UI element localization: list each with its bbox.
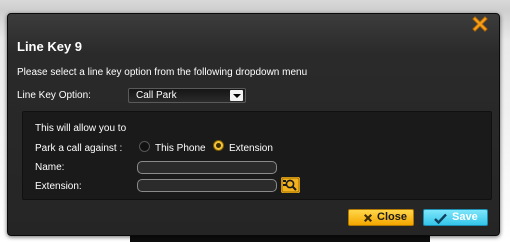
name-label: Name:: [35, 162, 65, 173]
x-icon: [364, 214, 372, 222]
dialog-title: Line Key 9: [17, 39, 83, 54]
radio-extension[interactable]: [213, 140, 224, 151]
save-button[interactable]: Save: [423, 209, 488, 226]
line-key-option-value: Call Park: [136, 90, 177, 101]
radio-this-phone[interactable]: [139, 141, 150, 152]
panel-heading: This will allow you to: [35, 123, 127, 134]
checkmark-icon: [434, 213, 447, 224]
park-call-label: Park a call against :: [35, 143, 123, 154]
extension-input[interactable]: [137, 179, 277, 192]
search-icon[interactable]: [281, 177, 300, 193]
line-key-option-select[interactable]: Call Park: [128, 88, 246, 103]
radio-this-phone-label: This Phone: [155, 143, 206, 154]
radio-extension-label: Extension: [229, 143, 273, 154]
extension-label: Extension:: [35, 181, 82, 192]
name-input[interactable]: [137, 161, 277, 174]
save-button-label: Save: [452, 211, 478, 223]
chevron-down-icon[interactable]: [230, 90, 243, 101]
line-key-option-label: Line Key Option:: [17, 90, 91, 101]
close-x-icon[interactable]: [470, 14, 490, 34]
close-button-label: Close: [377, 211, 407, 223]
dialog-instruction: Please select a line key option from the…: [17, 67, 308, 78]
close-button[interactable]: Close: [348, 209, 414, 226]
